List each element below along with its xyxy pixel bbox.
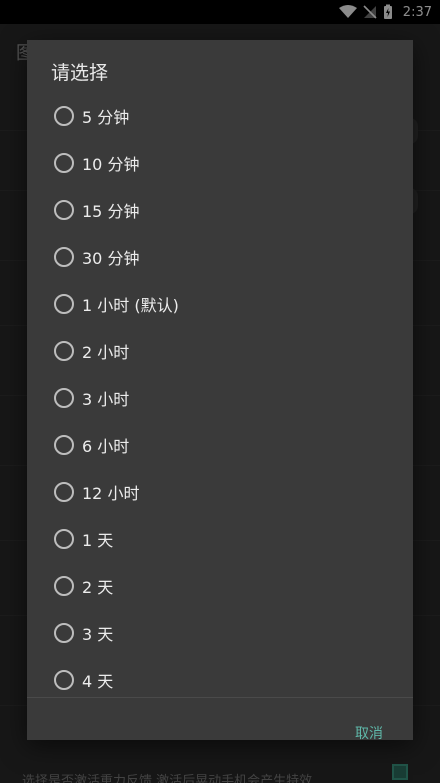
- option-item[interactable]: 1 小时 (默认): [27, 280, 413, 327]
- screen: 2:37 图 选择是否激活重力反馈 激活后晃动手机会产生特效 请选择 5 分钟 …: [0, 0, 440, 783]
- radio-button-icon[interactable]: [54, 246, 74, 267]
- option-label: 1 小时 (默认): [82, 295, 179, 315]
- radio-button-icon[interactable]: [54, 105, 74, 126]
- option-item[interactable]: 10 分钟: [27, 139, 413, 186]
- option-label: 5 分钟: [82, 107, 130, 127]
- radio-button-icon[interactable]: [54, 528, 74, 549]
- radio-button-icon[interactable]: [54, 340, 74, 361]
- option-item[interactable]: 5 分钟: [27, 92, 413, 139]
- option-item[interactable]: 12 小时: [27, 468, 413, 515]
- option-item[interactable]: 3 小时: [27, 374, 413, 421]
- dialog-title: 请选择: [51, 62, 109, 84]
- option-label: 30 分钟: [82, 248, 140, 268]
- radio-button-icon[interactable]: [54, 293, 74, 314]
- radio-button-icon[interactable]: [54, 152, 74, 173]
- radio-button-icon[interactable]: [54, 481, 74, 502]
- option-item[interactable]: 30 分钟: [27, 233, 413, 280]
- option-label: 3 天: [82, 624, 114, 644]
- radio-button-icon[interactable]: [54, 575, 74, 596]
- option-label: 10 分钟: [82, 154, 140, 174]
- option-label: 2 小时: [82, 342, 130, 362]
- option-label: 6 小时: [82, 436, 130, 456]
- option-item[interactable]: 2 天: [27, 562, 413, 609]
- option-item[interactable]: 2 小时: [27, 327, 413, 374]
- cancel-button[interactable]: 取消: [355, 723, 383, 743]
- select-dialog: 请选择 5 分钟 10 分钟 15 分钟 30 分钟 1 小时 (默认) 2 小…: [27, 40, 413, 743]
- radio-button-icon[interactable]: [54, 199, 74, 220]
- option-item[interactable]: 1 天: [27, 515, 413, 562]
- dialog-divider: [27, 697, 413, 698]
- option-label: 15 分钟: [82, 201, 140, 221]
- radio-button-icon[interactable]: [54, 669, 74, 690]
- options-list: 5 分钟 10 分钟 15 分钟 30 分钟 1 小时 (默认) 2 小时 3 …: [27, 92, 413, 703]
- option-item[interactable]: 4 天: [27, 656, 413, 703]
- option-label: 3 小时: [82, 389, 130, 409]
- option-label: 2 天: [82, 577, 114, 597]
- option-item[interactable]: 15 分钟: [27, 186, 413, 233]
- option-label: 1 天: [82, 530, 114, 550]
- option-item[interactable]: 3 天: [27, 609, 413, 656]
- option-label: 4 天: [82, 671, 114, 691]
- radio-button-icon[interactable]: [54, 434, 74, 455]
- option-label: 12 小时: [82, 483, 140, 503]
- radio-button-icon[interactable]: [54, 622, 74, 643]
- radio-button-icon[interactable]: [54, 387, 74, 408]
- option-item[interactable]: 6 小时: [27, 421, 413, 468]
